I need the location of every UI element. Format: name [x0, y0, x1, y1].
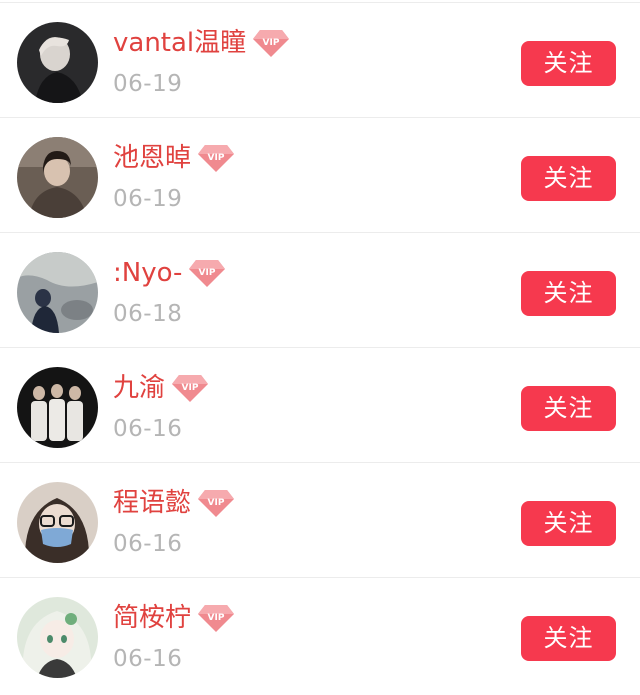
follow-date: 06-18	[113, 301, 183, 327]
list-item[interactable]: 池恩晫 VIP 06-19 关注	[0, 118, 640, 233]
user-name[interactable]: 九渝	[113, 366, 165, 410]
user-name[interactable]: 简桉柠	[113, 596, 191, 640]
user-name[interactable]: vantal温瞳	[113, 21, 246, 65]
follow-date: 06-16	[113, 416, 183, 442]
follow-button[interactable]: 关注	[521, 616, 616, 661]
name-line: 九渝 VIP	[113, 366, 209, 410]
vip-badge-text: VIP	[208, 613, 225, 623]
follow-button[interactable]: 关注	[521, 156, 616, 201]
list-item[interactable]: 简桉柠 VIP 06-16 关注	[0, 578, 640, 693]
vip-badge-text: VIP	[208, 498, 225, 508]
follow-button[interactable]: 关注	[521, 41, 616, 86]
follow-date: 06-16	[113, 531, 183, 557]
avatar[interactable]	[17, 482, 98, 563]
name-line: vantal温瞳 VIP	[113, 21, 290, 65]
vip-diamond-icon: VIP	[197, 488, 235, 518]
list-item[interactable]: vantal温瞳 VIP 06-19 关注	[0, 3, 640, 118]
vip-diamond-icon: VIP	[197, 143, 235, 173]
name-line: :Nyo- VIP	[113, 251, 226, 295]
follower-list: vantal温瞳 VIP 06-19 关注 池恩晫 VIP 06-19 关注:…	[0, 0, 640, 695]
follow-date: 06-16	[113, 646, 183, 672]
name-line: 池恩晫 VIP	[113, 136, 235, 180]
list-item[interactable]: 程语懿 VIP 06-16 关注	[0, 463, 640, 578]
vip-diamond-icon: VIP	[252, 28, 290, 58]
vip-diamond-icon: VIP	[197, 603, 235, 633]
avatar[interactable]	[17, 137, 98, 218]
avatar[interactable]	[17, 597, 98, 678]
user-name[interactable]: 池恩晫	[113, 136, 191, 180]
name-line: 程语懿 VIP	[113, 481, 235, 525]
follow-button[interactable]: 关注	[521, 271, 616, 316]
avatar[interactable]	[17, 367, 98, 448]
vip-badge-text: VIP	[199, 268, 216, 278]
vip-badge-text: VIP	[263, 38, 280, 48]
list-item[interactable]: 九渝 VIP 06-16 关注	[0, 348, 640, 463]
avatar[interactable]	[17, 22, 98, 103]
vip-diamond-icon: VIP	[171, 373, 209, 403]
user-name[interactable]: :Nyo-	[113, 251, 182, 295]
vip-badge-text: VIP	[182, 383, 199, 393]
vip-diamond-icon: VIP	[188, 258, 226, 288]
list-item[interactable]: :Nyo- VIP 06-18 关注	[0, 233, 640, 348]
follow-date: 06-19	[113, 186, 183, 212]
follow-button[interactable]: 关注	[521, 386, 616, 431]
vip-badge-text: VIP	[208, 153, 225, 163]
follow-button[interactable]: 关注	[521, 501, 616, 546]
avatar[interactable]	[17, 252, 98, 333]
name-line: 简桉柠 VIP	[113, 596, 235, 640]
follow-date: 06-19	[113, 71, 183, 97]
user-name[interactable]: 程语懿	[113, 481, 191, 525]
